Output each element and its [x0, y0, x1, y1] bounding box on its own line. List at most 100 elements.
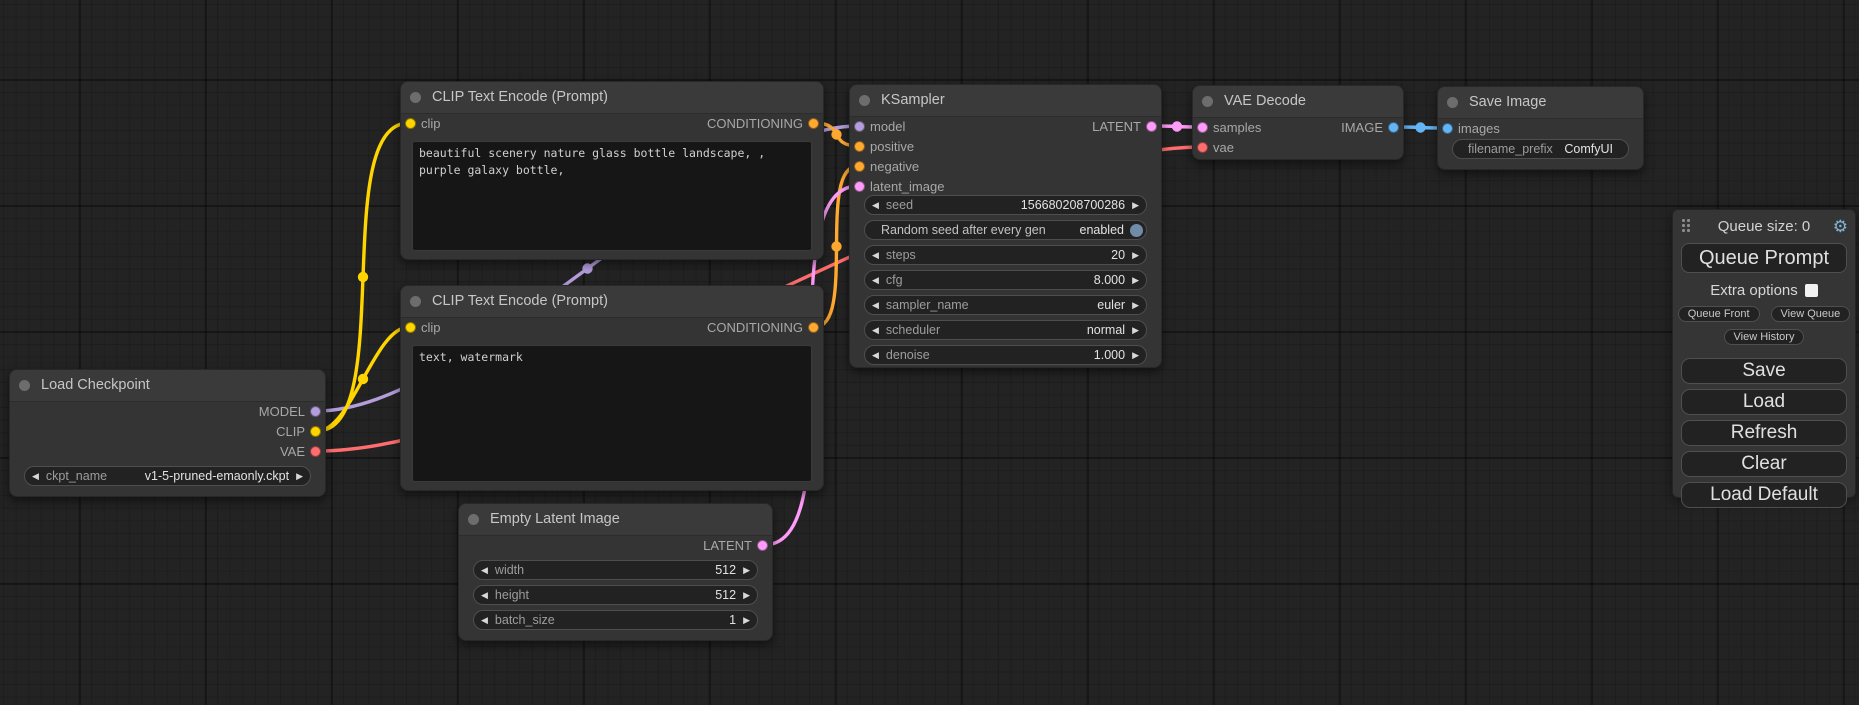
- widget-filename-prefix[interactable]: filename_prefix ComfyUI: [1452, 139, 1629, 159]
- input-socket-clip[interactable]: [405, 322, 416, 333]
- prompt-textarea[interactable]: beautiful scenery nature glass bottle la…: [412, 141, 812, 251]
- collapse-dot-icon[interactable]: [410, 296, 421, 307]
- node-load_checkpoint[interactable]: Load CheckpointMODELCLIPVAE◀ckpt_namev1-…: [9, 369, 326, 497]
- collapse-dot-icon[interactable]: [468, 514, 479, 525]
- widget-sampler-name[interactable]: ◀sampler_nameeuler▶: [864, 295, 1147, 315]
- widget-steps[interactable]: ◀steps20▶: [864, 245, 1147, 265]
- load-default-button[interactable]: Load Default: [1681, 482, 1847, 508]
- increment-arrow-icon[interactable]: ▶: [1125, 196, 1146, 214]
- decrement-arrow-icon[interactable]: ◀: [474, 561, 495, 579]
- widget-ckpt-name[interactable]: ◀ckpt_namev1-5-pruned-emaonly.ckpt▶: [24, 466, 311, 486]
- widget-label: filename_prefix: [1468, 142, 1553, 156]
- input-socket-negative[interactable]: [854, 161, 865, 172]
- comfyui-canvas[interactable]: { "icons": { "gear": "⚙", "combo_left": …: [0, 0, 1859, 705]
- widget-label: Random seed after every gen: [865, 223, 1046, 237]
- widget-value: 8.000: [1094, 273, 1125, 287]
- widget-height[interactable]: ◀height512▶: [473, 585, 758, 605]
- increment-arrow-icon[interactable]: ▶: [1125, 346, 1146, 364]
- node-graph: Load CheckpointMODELCLIPVAE◀ckpt_namev1-…: [0, 0, 1859, 705]
- view-queue-button[interactable]: View Queue: [1771, 306, 1851, 322]
- decrement-arrow-icon[interactable]: ◀: [865, 321, 886, 339]
- node-clip_text_encode_positive[interactable]: CLIP Text Encode (Prompt)clipCONDITIONIN…: [400, 81, 824, 260]
- extra-options-checkbox[interactable]: [1805, 284, 1818, 297]
- collapse-dot-icon[interactable]: [1447, 97, 1458, 108]
- widget-seed[interactable]: ◀seed156680208700286▶: [864, 195, 1147, 215]
- widget-value: euler: [1097, 298, 1125, 312]
- increment-arrow-icon[interactable]: ▶: [1125, 271, 1146, 289]
- output-socket-conditioning[interactable]: [808, 322, 819, 333]
- decrement-arrow-icon[interactable]: ◀: [865, 196, 886, 214]
- node-save_image[interactable]: Save Imageimagesfilename_prefixComfyUI: [1437, 86, 1644, 170]
- widget-label: ckpt_name: [46, 469, 107, 483]
- output-socket-image[interactable]: [1388, 122, 1399, 133]
- decrement-arrow-icon[interactable]: ◀: [865, 346, 886, 364]
- widget-value: enabled: [1080, 223, 1125, 237]
- input-socket-images[interactable]: [1442, 123, 1453, 134]
- queue-panel-header: Queue size: 0 ⚙: [1673, 215, 1855, 239]
- node-empty_latent_image[interactable]: Empty Latent ImageLATENT◀width512▶◀heigh…: [458, 503, 773, 641]
- output-socket-latent[interactable]: [1146, 121, 1157, 132]
- output-socket-model[interactable]: [310, 406, 321, 417]
- gear-icon[interactable]: ⚙: [1833, 216, 1848, 238]
- history-row: View History: [1673, 329, 1855, 345]
- decrement-arrow-icon[interactable]: ◀: [865, 271, 886, 289]
- input-socket-vae[interactable]: [1197, 142, 1208, 153]
- widget-scheduler[interactable]: ◀schedulernormal▶: [864, 320, 1147, 340]
- output-socket-latent[interactable]: [757, 540, 768, 551]
- prompt-textarea[interactable]: text, watermark: [412, 345, 812, 482]
- drag-handle-icon[interactable]: [1682, 219, 1692, 234]
- output-slot-label: VAE: [280, 442, 305, 462]
- input-slot-label: vae: [1213, 138, 1234, 158]
- input-slot-label: samples: [1213, 118, 1261, 138]
- output-socket-conditioning[interactable]: [808, 118, 819, 129]
- output-socket-clip[interactable]: [310, 426, 321, 437]
- output-slot-label: CONDITIONING: [707, 318, 803, 338]
- node-ksampler[interactable]: KSamplermodelpositivenegativelatent_imag…: [849, 84, 1162, 368]
- widget-label: scheduler: [886, 323, 940, 337]
- node-vae_decode[interactable]: VAE DecodesamplesvaeIMAGE: [1192, 85, 1404, 160]
- collapse-dot-icon[interactable]: [19, 380, 30, 391]
- node-clip_text_encode_negative[interactable]: CLIP Text Encode (Prompt)clipCONDITIONIN…: [400, 285, 824, 491]
- clear-button[interactable]: Clear: [1681, 451, 1847, 477]
- widget-label: batch_size: [495, 613, 555, 627]
- view-history-button[interactable]: View History: [1724, 329, 1805, 345]
- queue-panel: Queue size: 0 ⚙ Queue Prompt Extra optio…: [1672, 209, 1856, 498]
- widget-denoise[interactable]: ◀denoise1.000▶: [864, 345, 1147, 365]
- queue-prompt-button[interactable]: Queue Prompt: [1681, 243, 1847, 273]
- collapse-dot-icon[interactable]: [859, 95, 870, 106]
- widget-batch-size[interactable]: ◀batch_size1▶: [473, 610, 758, 630]
- input-socket-clip[interactable]: [405, 118, 416, 129]
- widget-label: height: [495, 588, 529, 602]
- input-socket-model[interactable]: [854, 121, 865, 132]
- toggle-dot[interactable]: [1130, 224, 1143, 237]
- collapse-dot-icon[interactable]: [410, 92, 421, 103]
- increment-arrow-icon[interactable]: ▶: [289, 467, 310, 485]
- decrement-arrow-icon[interactable]: ◀: [25, 467, 46, 485]
- widget-value: ComfyUI: [1564, 142, 1613, 156]
- increment-arrow-icon[interactable]: ▶: [736, 561, 757, 579]
- increment-arrow-icon[interactable]: ▶: [1125, 296, 1146, 314]
- input-socket-latent-image[interactable]: [854, 181, 865, 192]
- widget-cfg[interactable]: ◀cfg8.000▶: [864, 270, 1147, 290]
- load-button[interactable]: Load: [1681, 389, 1847, 415]
- decrement-arrow-icon[interactable]: ◀: [865, 296, 886, 314]
- decrement-arrow-icon[interactable]: ◀: [474, 611, 495, 629]
- increment-arrow-icon[interactable]: ▶: [1125, 246, 1146, 264]
- decrement-arrow-icon[interactable]: ◀: [865, 246, 886, 264]
- input-socket-samples[interactable]: [1197, 122, 1208, 133]
- increment-arrow-icon[interactable]: ▶: [1125, 321, 1146, 339]
- save-button[interactable]: Save: [1681, 358, 1847, 384]
- decrement-arrow-icon[interactable]: ◀: [474, 586, 495, 604]
- output-slot-label: LATENT: [1092, 117, 1141, 137]
- widget-width[interactable]: ◀width512▶: [473, 560, 758, 580]
- output-slot-label: MODEL: [259, 402, 305, 422]
- input-socket-positive[interactable]: [854, 141, 865, 152]
- collapse-dot-icon[interactable]: [1202, 96, 1213, 107]
- output-socket-vae[interactable]: [310, 446, 321, 457]
- refresh-button[interactable]: Refresh: [1681, 420, 1847, 446]
- queue-front-button[interactable]: Queue Front: [1678, 306, 1760, 322]
- increment-arrow-icon[interactable]: ▶: [736, 611, 757, 629]
- increment-arrow-icon[interactable]: ▶: [736, 586, 757, 604]
- widget-label: denoise: [886, 348, 930, 362]
- widget-random-seed-after-every-gen[interactable]: Random seed after every gen enabled: [864, 220, 1147, 240]
